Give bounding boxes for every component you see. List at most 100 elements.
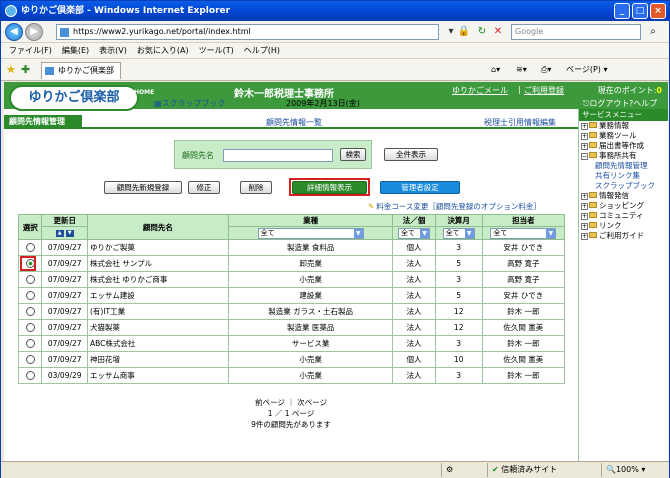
search-button[interactable]: 検索 [340, 148, 366, 161]
staff-filter[interactable]: 全て [490, 227, 557, 239]
menu-item[interactable]: + 届出書等作成 [581, 141, 668, 151]
section-bar: 顧問先情報管理 顧問先情報一覧 税理士引用情報編集 [4, 115, 578, 129]
client-list-link[interactable]: 顧問先情報一覧 [266, 117, 322, 128]
logout-link[interactable]: ⎋ログアウト [583, 98, 629, 109]
minimize-button[interactable]: _ [614, 3, 630, 19]
select-radio[interactable] [25, 339, 35, 349]
menu-favorites[interactable]: お気に入り(A) [137, 43, 189, 58]
folder-icon [589, 122, 597, 128]
menu-item[interactable]: − 事務所共有 [581, 151, 668, 161]
delete-button[interactable]: 削除 [240, 181, 272, 194]
table-row[interactable]: 07/09/27 株式会社 サンプル 卸売業 法人 5 高野 寛子 [17, 255, 566, 272]
submenu-item[interactable]: スクラップブック [581, 181, 668, 191]
table-row[interactable]: 07/09/27 株式会社 ゆりかご商事 小売業 法人 3 高野 寛子 [17, 271, 566, 288]
row-select[interactable] [17, 319, 43, 336]
web-page: ゆりかご倶楽部 HOME 鈴木一郎税理士事務所 ゆりかごメール | ご利用登録 … [4, 82, 668, 461]
maximize-button[interactable]: □ [632, 3, 648, 19]
row-select[interactable] [17, 351, 43, 368]
refresh-icon[interactable]: ↻ [475, 25, 489, 39]
menu-item[interactable]: + 業務情報 [581, 121, 668, 131]
menu-help[interactable]: ヘルプ(H) [244, 43, 280, 58]
show-all-button[interactable]: 全件表示 [384, 148, 438, 161]
edit-button[interactable]: 修正 [188, 181, 220, 194]
sort-asc-icon[interactable]: ▲ [55, 230, 64, 237]
client-name-input[interactable] [223, 149, 333, 162]
select-radio[interactable] [25, 355, 35, 365]
table-row[interactable]: 07/09/27 ABC株式会社 サービス業 法人 3 鈴木 一郎 [17, 335, 566, 352]
menu-item[interactable]: + コミュニティ [581, 211, 668, 221]
add-favorite-icon[interactable]: ✚ [21, 63, 30, 76]
lock-icon[interactable]: 🔒 [457, 25, 471, 39]
menu-view[interactable]: 表示(V) [99, 43, 127, 58]
row-select[interactable] [17, 255, 43, 272]
table-row[interactable]: 07/09/27 (有)IT工業 製造業 ガラス・土石製品 法人 12 鈴木 一郎 [17, 303, 566, 320]
month-filter[interactable]: 全て [442, 227, 475, 239]
url-input[interactable]: https://www2.yurikago.net/portal/index.h… [56, 24, 439, 40]
trusted-zone[interactable]: ✔ 信頼済みサイト [487, 463, 587, 477]
new-client-button[interactable]: 顧問先新規登録 [104, 181, 182, 194]
register-link[interactable]: ご利用登録 [524, 85, 564, 96]
menu-edit[interactable]: 編集(E) [62, 43, 89, 58]
pager-nav[interactable]: 前ページ ｜ 次ページ [4, 397, 578, 408]
back-icon[interactable]: ◀ [5, 23, 23, 41]
row-select[interactable] [17, 367, 43, 384]
table-row[interactable]: 07/09/27 ゆりかご製菓 製造業 食料品 個人 3 安井 ひでき [17, 239, 566, 256]
home-link[interactable]: HOME [134, 89, 154, 96]
feeds-icon[interactable]: ≋▾ [516, 63, 527, 77]
detail-view-button[interactable]: 詳細情報表示 [292, 181, 367, 194]
browser-tab[interactable]: ゆりかご倶楽部 [41, 62, 121, 79]
close-button[interactable]: × [650, 3, 666, 19]
menu-item[interactable]: + 業務ツール [581, 131, 668, 141]
security-icon[interactable]: ⚙ [441, 463, 481, 477]
row-select[interactable] [17, 287, 43, 304]
forward-icon[interactable]: ▶ [25, 23, 43, 41]
row-select[interactable] [17, 271, 43, 288]
select-radio[interactable] [25, 291, 35, 301]
updated-date: 07/09/27 [41, 255, 88, 272]
dropdown-icon[interactable]: ▾ [444, 25, 458, 39]
col-updated[interactable]: 更新日 [41, 214, 88, 227]
client-name: エッサム建設 [86, 287, 229, 304]
select-radio[interactable] [25, 307, 35, 317]
table-row[interactable]: 07/09/27 神田花増 小売業 個人 10 佐久間 憲美 [17, 351, 566, 368]
menu-file[interactable]: ファイル(F) [9, 43, 52, 58]
course-change-link[interactable]: 料金コース変更［顧問先登録のオプション料金］ [368, 201, 541, 212]
print-icon[interactable]: ⎙▾ [541, 63, 551, 77]
row-select[interactable] [17, 303, 43, 320]
help-link[interactable]: ?ヘルプ [629, 98, 657, 109]
menu-item[interactable]: + ショッピング [581, 201, 668, 211]
admin-settings-button[interactable]: 管理者設定 [380, 181, 460, 194]
industry-filter[interactable]: 全て [257, 227, 364, 239]
search-icon[interactable]: ⌕ [646, 25, 660, 39]
tax-info-edit-link[interactable]: 税理士引用情報編集 [484, 117, 556, 128]
menu-item[interactable]: + ご利用ガイド [581, 231, 668, 241]
menu-item[interactable]: + リンク [581, 221, 668, 231]
select-radio[interactable] [25, 243, 35, 253]
select-radio[interactable] [25, 323, 35, 333]
stop-icon[interactable]: ✕ [491, 25, 505, 39]
table-row[interactable]: 03/09/29 エッサム商事 小売業 法人 3 鈴木 一郎 [17, 367, 566, 384]
sort-desc-icon[interactable]: ▼ [65, 230, 74, 237]
page-menu[interactable]: ページ(P) ▾ [566, 63, 607, 77]
mail-link[interactable]: ゆりかごメール [452, 85, 508, 96]
row-select[interactable] [17, 239, 43, 256]
submenu-item[interactable]: 共有リンク集 [581, 171, 668, 181]
scrapbook-link[interactable]: ▦スクラップブック [154, 98, 226, 109]
row-select[interactable] [17, 335, 43, 352]
menu-item[interactable]: + 情報発信 [581, 191, 668, 201]
radio-highlight [20, 256, 36, 271]
search-input[interactable]: Google [511, 24, 641, 40]
type-filter[interactable]: 全て [398, 227, 431, 239]
select-radio[interactable] [25, 275, 35, 285]
submenu-item[interactable]: 顧問先情報管理 [581, 161, 668, 171]
menu-tools[interactable]: ツール(T) [199, 43, 234, 58]
zoom-level[interactable]: 🔍100% ▾ [601, 463, 665, 477]
table-row[interactable]: 07/09/27 犬猫製薬 製造業 医薬品 法人 12 佐久間 憲美 [17, 319, 566, 336]
favorites-star-icon[interactable]: ★ [6, 63, 16, 76]
industry: サービス業 [227, 335, 394, 352]
table-row[interactable]: 07/09/27 エッサム建設 建設業 法人 5 安井 ひでき [17, 287, 566, 304]
client-name: ABC株式会社 [86, 335, 229, 352]
site-logo[interactable]: ゆりかご倶楽部 [9, 85, 139, 111]
select-radio[interactable] [25, 371, 35, 381]
home-icon[interactable]: ⌂▾ [491, 63, 500, 77]
